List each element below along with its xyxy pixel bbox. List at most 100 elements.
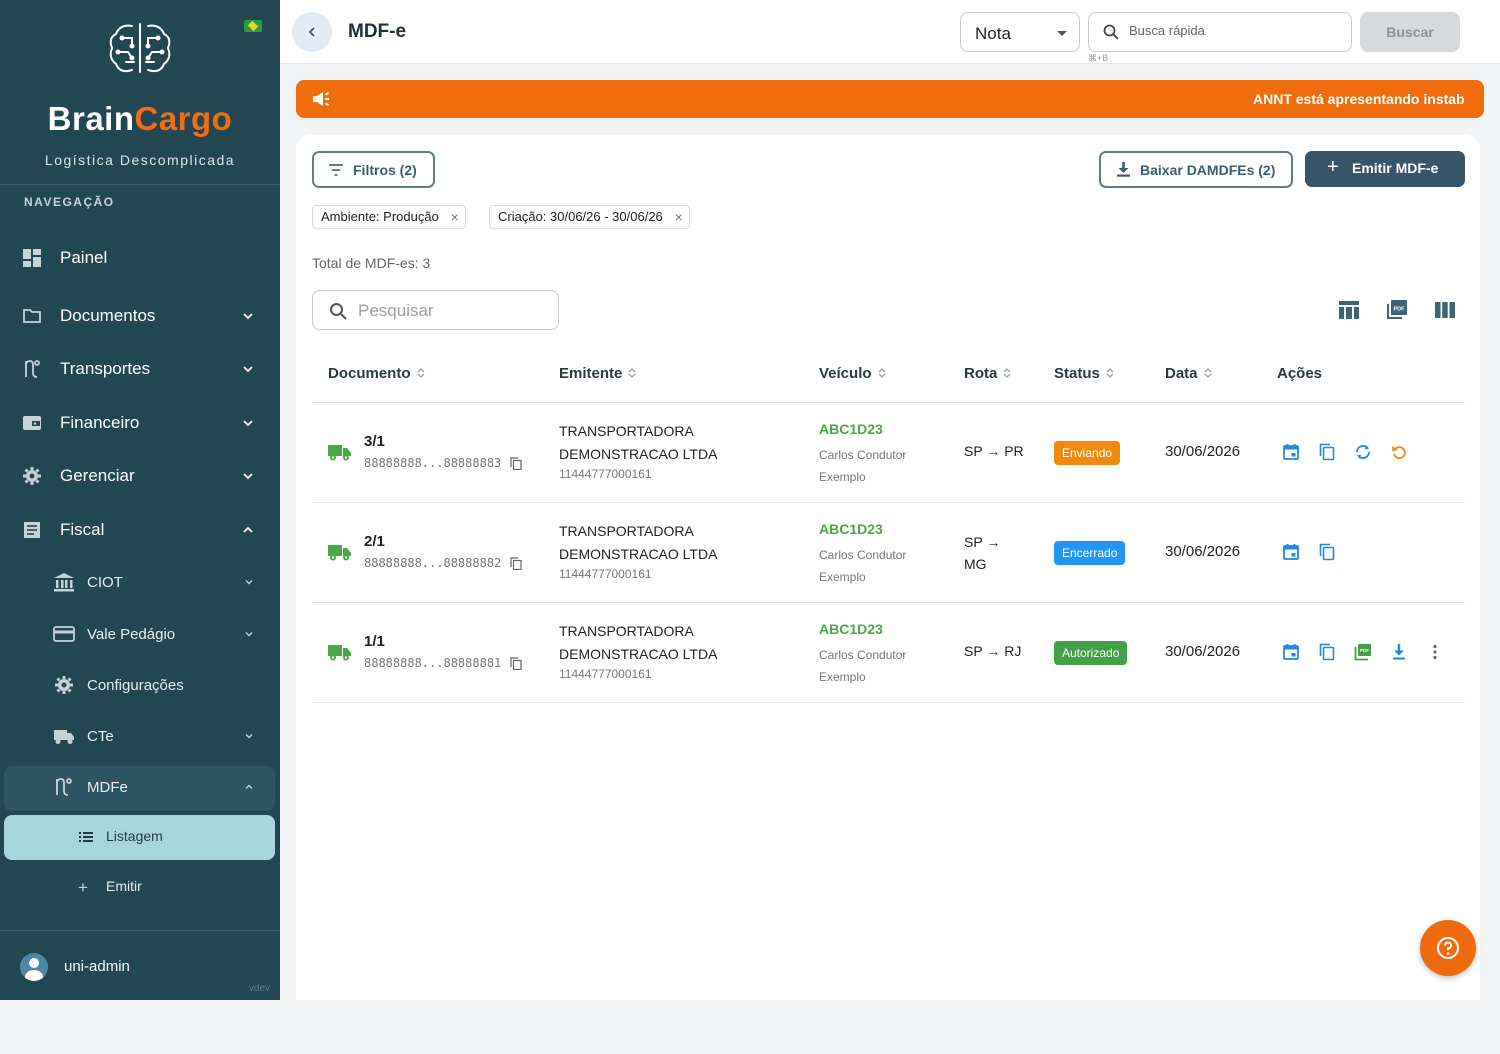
table-search-field[interactable]	[312, 290, 559, 330]
chevron-up-icon	[243, 526, 253, 533]
route-icon	[56, 778, 72, 796]
more-vertical-icon[interactable]	[1426, 643, 1444, 661]
help-button[interactable]	[1420, 920, 1476, 976]
chevron-down-icon	[245, 580, 253, 585]
sidebar-subitem-ciot[interactable]: CIOT	[0, 562, 280, 602]
table-search-input[interactable]	[358, 301, 548, 321]
sidebar-subitem-cte[interactable]: CTe	[0, 716, 280, 756]
copy-icon[interactable]	[510, 457, 522, 470]
route: SP → MG	[964, 534, 1001, 572]
table-view-icon[interactable]	[1338, 300, 1360, 320]
filter-chip[interactable]: Criação: 30/06/26 - 30/06/26 ×	[489, 205, 690, 229]
document-type-select[interactable]: Nota	[960, 12, 1080, 52]
download-icon[interactable]	[1390, 643, 1408, 661]
document-number[interactable]: 3/1	[364, 433, 385, 450]
quick-search-input[interactable]	[1129, 23, 1339, 38]
sidebar-item-painel[interactable]: Painel	[0, 236, 280, 280]
table-row[interactable]: 2/1 88888888...88888882 TRANSPORTADORA D…	[312, 503, 1465, 603]
sidebar-subitem-mdfe[interactable]: MDFe	[0, 767, 280, 807]
sidebar-subitem-vale-pedagio[interactable]: Vale Pedágio	[0, 614, 280, 654]
calendar-event-icon[interactable]	[1282, 543, 1300, 561]
column-header-documento[interactable]: Documento	[328, 365, 425, 382]
sidebar-subitem-configuracoes[interactable]: Configurações	[0, 665, 280, 705]
buscar-button[interactable]: Buscar	[1360, 12, 1460, 52]
sort-icon	[1003, 368, 1011, 378]
column-header-emitente[interactable]: Emitente	[559, 365, 636, 382]
truck-icon	[328, 645, 351, 661]
list-icon	[79, 832, 93, 842]
column-header-acoes: Ações	[1277, 365, 1323, 382]
close-icon[interactable]: ×	[675, 206, 683, 228]
sidebar-item-financeiro[interactable]: Financeiro	[0, 401, 280, 445]
sidebar-item-fiscal[interactable]: Fiscal	[0, 508, 280, 552]
username[interactable]: uni-admin	[64, 958, 130, 975]
column-header-rota[interactable]: Rota	[964, 365, 1011, 382]
emitente-cnpj: 11444777000161	[559, 567, 652, 581]
column-header-veiculo[interactable]: Veículo	[819, 365, 886, 382]
sidebar-subitem-emitir[interactable]: + Emitir	[0, 868, 280, 908]
brazil-flag-icon[interactable]	[244, 20, 262, 32]
plus-icon: +	[78, 878, 88, 897]
gear-icon	[55, 676, 73, 694]
sidebar-item-documentos[interactable]: Documentos	[0, 294, 280, 338]
total-count: Total de MDF-es: 3	[312, 255, 431, 271]
row-date: 30/06/2026	[1165, 543, 1241, 560]
vehicle-plate[interactable]: ABC1D23	[819, 421, 883, 437]
nav-section-title: NAVEGAÇÃO	[24, 195, 115, 209]
sync-icon[interactable]	[1354, 443, 1372, 461]
sidebar-subitem-listagem[interactable]: Listagem	[4, 815, 275, 860]
sort-icon	[1106, 368, 1114, 378]
copy-icon[interactable]	[510, 657, 522, 670]
close-icon[interactable]: ×	[451, 206, 459, 228]
document-number[interactable]: 1/1	[364, 633, 385, 650]
filters-button-label: Filtros (2)	[353, 162, 417, 178]
megaphone-icon	[313, 92, 329, 106]
emit-mdfe-button[interactable]: + Emitir MDF-e	[1305, 151, 1465, 187]
filter-chip[interactable]: Ambiente: Produção ×	[312, 205, 466, 229]
back-button[interactable]	[292, 12, 332, 52]
undo-icon[interactable]	[1390, 443, 1408, 461]
quick-search-field[interactable]	[1088, 12, 1352, 52]
route: SP → PR	[964, 443, 1024, 459]
sidebar-item-transportes[interactable]: Transportes	[0, 347, 280, 391]
folder-icon	[23, 309, 41, 323]
truck-icon	[328, 545, 351, 561]
document-number[interactable]: 2/1	[364, 533, 385, 550]
pdf-export-icon[interactable]: PDF	[1386, 300, 1408, 320]
filters-button[interactable]: Filtros (2)	[312, 151, 435, 188]
calendar-event-icon[interactable]	[1282, 443, 1300, 461]
table-row[interactable]: 3/1 88888888...88888883 TRANSPORTADORA D…	[312, 403, 1465, 503]
copy-icon[interactable]	[1318, 543, 1336, 561]
emit-button-label: Emitir MDF-e	[1352, 160, 1439, 176]
chevron-down-icon	[243, 313, 253, 320]
driver-name: Carlos Condutor Exemplo	[819, 648, 907, 684]
sort-icon	[628, 368, 636, 378]
column-header-status[interactable]: Status	[1054, 365, 1114, 382]
vehicle-plate[interactable]: ABC1D23	[819, 521, 883, 537]
column-header-data[interactable]: Data	[1165, 365, 1212, 382]
columns-icon[interactable]	[1434, 300, 1456, 320]
download-damdfes-button[interactable]: Baixar DAMDFEs (2)	[1099, 151, 1293, 188]
truck-icon	[328, 445, 351, 461]
card-icon	[53, 626, 75, 642]
copy-icon[interactable]	[1318, 643, 1336, 661]
row-date: 30/06/2026	[1165, 643, 1241, 660]
vehicle-plate[interactable]: ABC1D23	[819, 621, 883, 637]
copy-icon[interactable]	[510, 557, 522, 570]
sort-icon	[417, 368, 424, 378]
calendar-event-icon[interactable]	[1282, 643, 1300, 661]
page-title: MDF-e	[348, 21, 407, 42]
download-icon	[1117, 162, 1130, 177]
sort-icon	[1204, 368, 1211, 378]
svg-text:PDF: PDF	[1360, 648, 1369, 653]
sidebar-item-label: Transportes	[60, 359, 151, 378]
sidebar-subitem-label: CIOT	[87, 573, 123, 591]
user-avatar-icon[interactable]	[20, 953, 48, 981]
copy-icon[interactable]	[1318, 443, 1336, 461]
filter-icon	[329, 164, 343, 176]
sidebar-item-gerenciar[interactable]: Gerenciar	[0, 454, 280, 498]
emitente-name: TRANSPORTADORA DEMONSTRACAO LTDA	[559, 623, 718, 662]
caret-down-icon	[1057, 31, 1067, 36]
pdf-icon[interactable]: PDF	[1354, 643, 1372, 661]
table-row[interactable]: 1/1 88888888...88888881 TRANSPORTADORA D…	[312, 603, 1465, 703]
